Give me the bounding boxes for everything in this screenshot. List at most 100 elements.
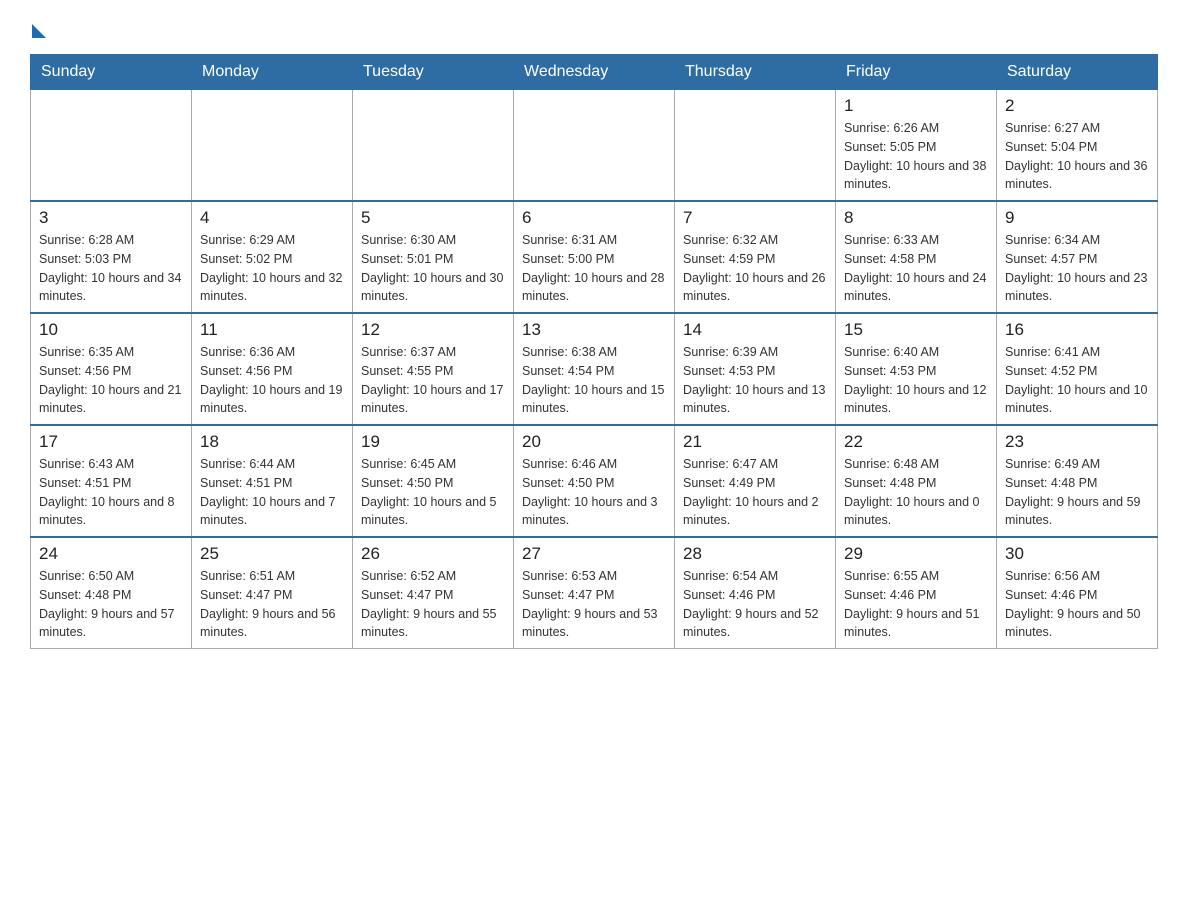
calendar-table: SundayMondayTuesdayWednesdayThursdayFrid… xyxy=(30,54,1158,649)
calendar-cell: 25 Sunrise: 6:51 AMSunset: 4:47 PMDayligh… xyxy=(192,537,353,649)
calendar-cell: 24 Sunrise: 6:50 AMSunset: 4:48 PMDayligh… xyxy=(31,537,192,649)
calendar-cell xyxy=(675,90,836,202)
day-info: Sunrise: 6:30 AMSunset: 5:01 PMDaylight:… xyxy=(361,231,505,306)
day-number: 17 xyxy=(39,432,183,452)
calendar-cell: 28 Sunrise: 6:54 AMSunset: 4:46 PMDayligh… xyxy=(675,537,836,649)
calendar-cell: 23Sunrise: 6:49 AMSunset: 4:48 PMDayligh… xyxy=(997,425,1158,537)
day-info: Sunrise: 6:43 AMSunset: 4:51 PMDaylight:… xyxy=(39,455,183,530)
day-info: Sunrise: 6:28 AMSunset: 5:03 PMDaylight:… xyxy=(39,231,183,306)
day-number: 21 xyxy=(683,432,827,452)
calendar-cell: 10Sunrise: 6:35 AMSunset: 4:56 PMDayligh… xyxy=(31,313,192,425)
logo-text xyxy=(30,20,46,38)
day-number: 19 xyxy=(361,432,505,452)
calendar-cell xyxy=(31,90,192,202)
day-number: 13 xyxy=(522,320,666,340)
calendar-week-row: 1Sunrise: 6:26 AMSunset: 5:05 PMDaylight… xyxy=(31,90,1158,202)
day-info: Sunrise: 6:55 AMSunset: 4:46 PMDaylight:… xyxy=(844,567,988,642)
day-info: Sunrise: 6:27 AMSunset: 5:04 PMDaylight:… xyxy=(1005,119,1149,194)
calendar-cell: 6 Sunrise: 6:31 AMSunset: 5:00 PMDaylight… xyxy=(514,201,675,313)
calendar-cell: 5 Sunrise: 6:30 AMSunset: 5:01 PMDaylight… xyxy=(353,201,514,313)
calendar-week-row: 17 Sunrise: 6:43 AMSunset: 4:51 PMDayligh… xyxy=(31,425,1158,537)
day-info: Sunrise: 6:36 AMSunset: 4:56 PMDaylight:… xyxy=(200,343,344,418)
day-number: 11 xyxy=(200,320,344,340)
day-info: Sunrise: 6:47 AMSunset: 4:49 PMDaylight:… xyxy=(683,455,827,530)
calendar-cell: 4Sunrise: 6:29 AMSunset: 5:02 PMDaylight… xyxy=(192,201,353,313)
weekday-header-tuesday: Tuesday xyxy=(353,55,514,90)
day-number: 25 xyxy=(200,544,344,564)
calendar-cell: 17 Sunrise: 6:43 AMSunset: 4:51 PMDayligh… xyxy=(31,425,192,537)
day-number: 30 xyxy=(1005,544,1149,564)
day-info: Sunrise: 6:54 AMSunset: 4:46 PMDaylight:… xyxy=(683,567,827,642)
calendar-cell: 11 Sunrise: 6:36 AMSunset: 4:56 PMDayligh… xyxy=(192,313,353,425)
day-info: Sunrise: 6:40 AMSunset: 4:53 PMDaylight:… xyxy=(844,343,988,418)
weekday-header-thursday: Thursday xyxy=(675,55,836,90)
day-number: 24 xyxy=(39,544,183,564)
calendar-cell: 13 Sunrise: 6:38 AMSunset: 4:54 PMDayligh… xyxy=(514,313,675,425)
calendar-week-row: 24 Sunrise: 6:50 AMSunset: 4:48 PMDayligh… xyxy=(31,537,1158,649)
calendar-cell: 3Sunrise: 6:28 AMSunset: 5:03 PMDaylight… xyxy=(31,201,192,313)
day-info: Sunrise: 6:34 AMSunset: 4:57 PMDaylight:… xyxy=(1005,231,1149,306)
page-header xyxy=(30,20,1158,34)
calendar-cell: 2 Sunrise: 6:27 AMSunset: 5:04 PMDaylight… xyxy=(997,90,1158,202)
day-number: 4 xyxy=(200,208,344,228)
calendar-cell: 21 Sunrise: 6:47 AMSunset: 4:49 PMDayligh… xyxy=(675,425,836,537)
day-info: Sunrise: 6:39 AMSunset: 4:53 PMDaylight:… xyxy=(683,343,827,418)
calendar-cell: 26 Sunrise: 6:52 AMSunset: 4:47 PMDayligh… xyxy=(353,537,514,649)
calendar-cell: 22 Sunrise: 6:48 AMSunset: 4:48 PMDayligh… xyxy=(836,425,997,537)
calendar-cell: 16 Sunrise: 6:41 AMSunset: 4:52 PMDayligh… xyxy=(997,313,1158,425)
day-info: Sunrise: 6:31 AMSunset: 5:00 PMDaylight:… xyxy=(522,231,666,306)
calendar-week-row: 10Sunrise: 6:35 AMSunset: 4:56 PMDayligh… xyxy=(31,313,1158,425)
calendar-cell: 1Sunrise: 6:26 AMSunset: 5:05 PMDaylight… xyxy=(836,90,997,202)
day-number: 27 xyxy=(522,544,666,564)
weekday-header-friday: Friday xyxy=(836,55,997,90)
calendar-cell: 8 Sunrise: 6:33 AMSunset: 4:58 PMDaylight… xyxy=(836,201,997,313)
day-number: 22 xyxy=(844,432,988,452)
day-number: 6 xyxy=(522,208,666,228)
day-number: 7 xyxy=(683,208,827,228)
calendar-header-row: SundayMondayTuesdayWednesdayThursdayFrid… xyxy=(31,55,1158,90)
day-number: 29 xyxy=(844,544,988,564)
calendar-cell: 7 Sunrise: 6:32 AMSunset: 4:59 PMDaylight… xyxy=(675,201,836,313)
day-number: 20 xyxy=(522,432,666,452)
day-info: Sunrise: 6:51 AMSunset: 4:47 PMDaylight:… xyxy=(200,567,344,642)
day-info: Sunrise: 6:48 AMSunset: 4:48 PMDaylight:… xyxy=(844,455,988,530)
day-info: Sunrise: 6:37 AMSunset: 4:55 PMDaylight:… xyxy=(361,343,505,418)
day-info: Sunrise: 6:33 AMSunset: 4:58 PMDaylight:… xyxy=(844,231,988,306)
day-number: 5 xyxy=(361,208,505,228)
day-info: Sunrise: 6:52 AMSunset: 4:47 PMDaylight:… xyxy=(361,567,505,642)
logo xyxy=(30,20,46,34)
day-info: Sunrise: 6:32 AMSunset: 4:59 PMDaylight:… xyxy=(683,231,827,306)
day-number: 8 xyxy=(844,208,988,228)
day-info: Sunrise: 6:45 AMSunset: 4:50 PMDaylight:… xyxy=(361,455,505,530)
calendar-cell: 14 Sunrise: 6:39 AMSunset: 4:53 PMDayligh… xyxy=(675,313,836,425)
day-info: Sunrise: 6:44 AMSunset: 4:51 PMDaylight:… xyxy=(200,455,344,530)
day-number: 14 xyxy=(683,320,827,340)
day-number: 2 xyxy=(1005,96,1149,116)
calendar-cell: 18 Sunrise: 6:44 AMSunset: 4:51 PMDayligh… xyxy=(192,425,353,537)
calendar-cell xyxy=(192,90,353,202)
day-number: 18 xyxy=(200,432,344,452)
calendar-cell xyxy=(353,90,514,202)
day-info: Sunrise: 6:38 AMSunset: 4:54 PMDaylight:… xyxy=(522,343,666,418)
day-number: 9 xyxy=(1005,208,1149,228)
day-info: Sunrise: 6:41 AMSunset: 4:52 PMDaylight:… xyxy=(1005,343,1149,418)
calendar-week-row: 3Sunrise: 6:28 AMSunset: 5:03 PMDaylight… xyxy=(31,201,1158,313)
calendar-cell: 27Sunrise: 6:53 AMSunset: 4:47 PMDayligh… xyxy=(514,537,675,649)
calendar-cell: 19 Sunrise: 6:45 AMSunset: 4:50 PMDayligh… xyxy=(353,425,514,537)
weekday-header-saturday: Saturday xyxy=(997,55,1158,90)
day-number: 16 xyxy=(1005,320,1149,340)
day-number: 28 xyxy=(683,544,827,564)
calendar-cell xyxy=(514,90,675,202)
day-info: Sunrise: 6:46 AMSunset: 4:50 PMDaylight:… xyxy=(522,455,666,530)
day-number: 12 xyxy=(361,320,505,340)
calendar-cell: 15 Sunrise: 6:40 AMSunset: 4:53 PMDayligh… xyxy=(836,313,997,425)
day-info: Sunrise: 6:50 AMSunset: 4:48 PMDaylight:… xyxy=(39,567,183,642)
day-number: 1 xyxy=(844,96,988,116)
weekday-header-wednesday: Wednesday xyxy=(514,55,675,90)
day-number: 26 xyxy=(361,544,505,564)
day-number: 15 xyxy=(844,320,988,340)
calendar-cell: 30Sunrise: 6:56 AMSunset: 4:46 PMDayligh… xyxy=(997,537,1158,649)
day-info: Sunrise: 6:49 AMSunset: 4:48 PMDaylight:… xyxy=(1005,455,1149,530)
calendar-cell: 20 Sunrise: 6:46 AMSunset: 4:50 PMDayligh… xyxy=(514,425,675,537)
weekday-header-monday: Monday xyxy=(192,55,353,90)
